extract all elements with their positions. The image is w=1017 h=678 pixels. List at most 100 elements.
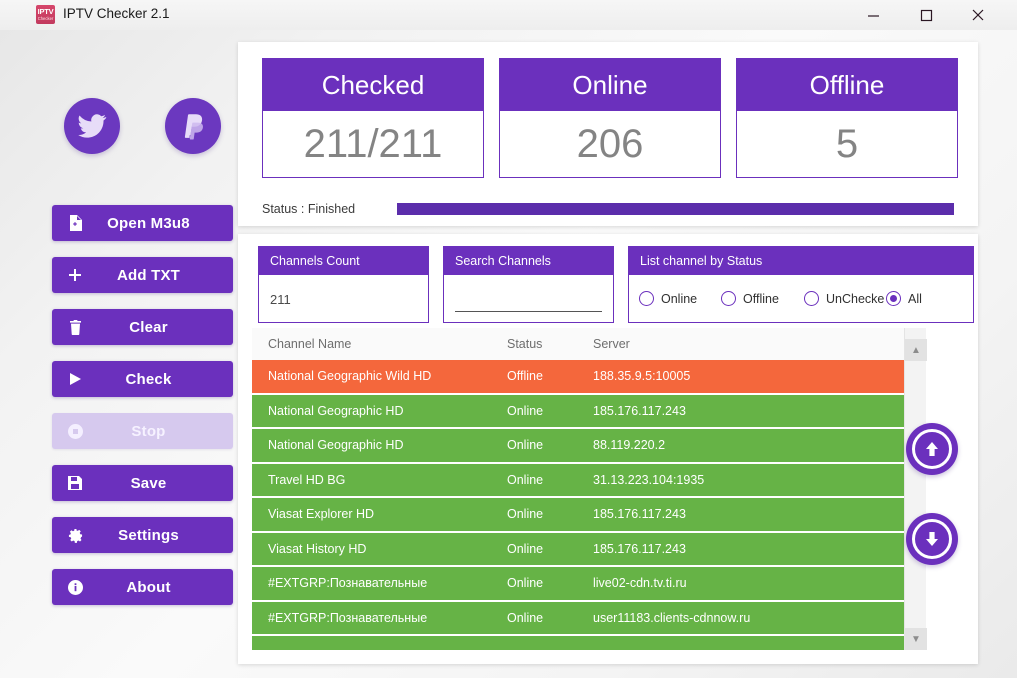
clear-button[interactable]: Clear bbox=[52, 309, 233, 345]
table-row[interactable]: Travel HD BG Online 31.13.223.104:1935 bbox=[252, 463, 904, 498]
progress-bar bbox=[397, 203, 954, 215]
table-row-partial[interactable] bbox=[252, 636, 904, 650]
cell-server: 31.13.223.104:1935 bbox=[593, 472, 705, 487]
stat-card-offline: Offline 5 bbox=[736, 58, 958, 178]
cell-status: Online bbox=[507, 438, 544, 453]
radio-online[interactable]: Online bbox=[639, 291, 697, 306]
scrollbar-up-arrow-icon[interactable]: ▲ bbox=[905, 339, 927, 361]
settings-button[interactable]: Settings bbox=[52, 517, 233, 553]
search-channels-box: Search Channels bbox=[443, 246, 614, 323]
table-row[interactable]: National Geographic Wild HD Offline 188.… bbox=[252, 360, 904, 395]
open-m3u8-label: Open M3u8 bbox=[107, 214, 190, 232]
column-header-server: Server bbox=[593, 337, 630, 351]
stop-button[interactable]: Stop bbox=[52, 413, 233, 449]
cell-status: Online bbox=[507, 541, 544, 556]
settings-label: Settings bbox=[118, 526, 179, 544]
clear-label: Clear bbox=[129, 318, 168, 336]
about-button[interactable]: About bbox=[52, 569, 233, 605]
main-panel: Channels Count 211 Search Channels List … bbox=[238, 234, 978, 664]
table-row[interactable]: National Geographic HD Online 88.119.220… bbox=[252, 429, 904, 464]
stats-panel: Checked 211/211 Online 206 Offline 5 Sta… bbox=[238, 42, 978, 226]
table-row[interactable]: Viasat History HD Online 185.176.117.243 bbox=[252, 532, 904, 567]
paypal-icon bbox=[184, 114, 203, 140]
search-input[interactable] bbox=[455, 287, 602, 312]
floppy-icon bbox=[52, 476, 98, 490]
maximize-button[interactable] bbox=[903, 0, 949, 30]
cell-status: Online bbox=[507, 576, 544, 591]
scroll-down-button[interactable] bbox=[906, 513, 958, 565]
arrow-down-icon bbox=[926, 532, 938, 546]
arrow-up-icon bbox=[926, 442, 938, 456]
table-scrollbar[interactable]: ▲ ▼ bbox=[904, 328, 927, 650]
file-icon bbox=[52, 215, 98, 231]
cell-channel-name: Viasat History HD bbox=[268, 541, 367, 556]
save-label: Save bbox=[130, 474, 167, 492]
minimize-icon bbox=[867, 14, 879, 17]
table-header-row: Channel Name Status Server bbox=[252, 328, 904, 360]
check-label: Check bbox=[125, 370, 172, 388]
sidebar-button-list: Open M3u8 Add TXT Clear Check Stop Save … bbox=[52, 205, 233, 621]
stat-card-list: Checked 211/211 Online 206 Offline 5 bbox=[262, 58, 958, 178]
channels-count-value: 211 bbox=[270, 292, 291, 307]
cell-server: live02-cdn.tv.ti.ru bbox=[593, 576, 687, 591]
radio-unchecked-label: UnChecked bbox=[826, 291, 892, 306]
cell-channel-name: National Geographic HD bbox=[268, 403, 404, 418]
scrollbar-down-arrow-icon[interactable]: ▼ bbox=[905, 628, 927, 650]
status-filter-box: List channel by Status Online Offline Un… bbox=[628, 246, 974, 323]
open-m3u8-button[interactable]: Open M3u8 bbox=[52, 205, 233, 241]
gear-icon bbox=[52, 528, 98, 543]
radio-offline-label: Offline bbox=[743, 291, 779, 306]
stat-card-online-title: Online bbox=[500, 59, 720, 111]
radio-unchecked[interactable]: UnChecked bbox=[804, 291, 891, 306]
add-txt-button[interactable]: Add TXT bbox=[52, 257, 233, 293]
stop-circle-icon bbox=[52, 423, 98, 439]
cell-channel-name: #EXTGRP:Познавательные bbox=[268, 576, 428, 591]
radio-all[interactable]: All bbox=[884, 291, 922, 306]
cell-status: Online bbox=[507, 472, 544, 487]
close-button[interactable] bbox=[955, 0, 1001, 30]
stat-card-checked: Checked 211/211 bbox=[262, 58, 484, 178]
app-icon-line1: IPTV bbox=[37, 6, 54, 16]
scroll-up-button[interactable] bbox=[906, 423, 958, 475]
radio-online-label: Online bbox=[661, 291, 698, 306]
cell-server: 88.119.220.2 bbox=[593, 438, 666, 453]
app-window: IPTV Checker IPTV Checker 2.1 Open M3u8 … bbox=[0, 0, 1017, 678]
radio-offline-dot bbox=[721, 291, 736, 306]
twitter-button[interactable] bbox=[64, 98, 120, 154]
column-header-status: Status bbox=[507, 337, 543, 351]
cell-channel-name: Travel HD BG bbox=[268, 472, 346, 487]
radio-all-dot bbox=[886, 291, 901, 306]
cell-status: Offline bbox=[507, 369, 543, 384]
add-txt-label: Add TXT bbox=[116, 266, 181, 284]
info-icon bbox=[52, 579, 98, 595]
radio-offline[interactable]: Offline bbox=[721, 291, 779, 306]
cell-server: 185.176.117.243 bbox=[593, 507, 686, 522]
table-row[interactable]: Viasat Explorer HD Online 185.176.117.24… bbox=[252, 498, 904, 533]
cell-channel-name: #EXTGRP:Познавательные bbox=[268, 610, 428, 625]
radio-online-dot bbox=[639, 291, 654, 306]
channels-count-box: Channels Count 211 bbox=[258, 246, 429, 323]
stat-card-online: Online 206 bbox=[499, 58, 721, 178]
radio-all-label: All bbox=[908, 291, 922, 306]
minimize-button[interactable] bbox=[850, 0, 896, 30]
stat-card-offline-value: 5 bbox=[835, 121, 859, 166]
plus-icon bbox=[52, 268, 98, 282]
close-icon bbox=[972, 9, 984, 21]
check-button[interactable]: Check bbox=[52, 361, 233, 397]
trash-icon bbox=[52, 319, 98, 335]
cell-channel-name: Viasat Explorer HD bbox=[268, 507, 375, 522]
about-label: About bbox=[126, 578, 171, 596]
cell-server: 185.176.117.243 bbox=[593, 541, 686, 556]
table-row[interactable]: #EXTGRP:Познавательные Online live02-cdn… bbox=[252, 567, 904, 602]
cell-server: user11183.clients-cdnnow.ru bbox=[593, 610, 751, 625]
table-row[interactable]: #EXTGRP:Познавательные Online user11183.… bbox=[252, 601, 904, 636]
table-row[interactable]: National Geographic HD Online 185.176.11… bbox=[252, 394, 904, 429]
paypal-button[interactable] bbox=[165, 98, 221, 154]
maximize-icon bbox=[920, 9, 932, 21]
cell-status: Online bbox=[507, 610, 544, 625]
cell-status: Online bbox=[507, 507, 544, 522]
stop-label: Stop bbox=[131, 422, 166, 440]
cell-server: 185.176.117.243 bbox=[593, 403, 686, 418]
stat-card-online-value: 206 bbox=[576, 121, 644, 166]
save-button[interactable]: Save bbox=[52, 465, 233, 501]
